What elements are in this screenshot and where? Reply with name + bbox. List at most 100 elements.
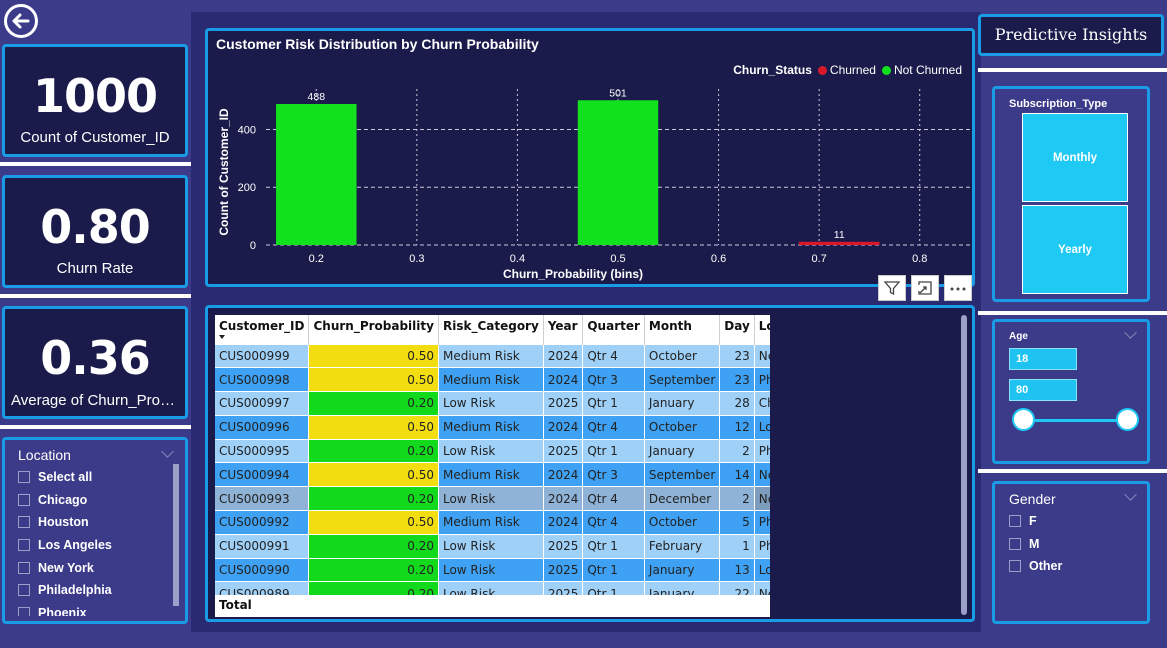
chevron-down-icon[interactable] — [161, 445, 174, 458]
table-cell-location: Chicago — [754, 391, 770, 416]
slicer-title: Subscription_Type — [1009, 98, 1108, 110]
subscription-tile-monthly[interactable]: Monthly — [1022, 113, 1128, 202]
table-cell-year: 2024 — [543, 414, 584, 440]
table-row[interactable]: CUS000995 0.20 Low Risk 2025 Qtr 1 January 2 Ph… — [215, 438, 770, 463]
filter-icon — [883, 281, 901, 296]
table-row[interactable]: CUS000993 0.20 Low Risk 2024 Qtr 4 December 2 N… — [215, 486, 770, 511]
filter-button[interactable] — [878, 275, 906, 301]
table-cell-risk-category: Low Risk — [438, 533, 544, 559]
bar — [276, 104, 357, 246]
table-cell-churn-probability: 0.20 — [308, 557, 439, 582]
focus-mode-button[interactable] — [911, 275, 939, 301]
back-button[interactable] — [4, 4, 38, 38]
scrollbar[interactable] — [173, 464, 179, 606]
table-row[interactable]: CUS000992 0.50 Medium Risk 2024 Qtr 4 October… — [215, 510, 770, 535]
table-cell-customer-id: CUS000999 — [215, 343, 310, 368]
table-cell-day: 12 — [719, 414, 755, 440]
table-cell-quarter: Qtr 3 — [582, 462, 645, 487]
more-options-button[interactable] — [944, 275, 972, 301]
chevron-down-icon[interactable] — [1124, 326, 1137, 339]
checkbox[interactable] — [18, 584, 30, 597]
table-row[interactable]: CUS000991 0.20 Low Risk 2025 Qtr 1 February 1 P… — [215, 533, 770, 559]
column-header-churn-probability[interactable]: Churn_Probability — [308, 315, 439, 344]
divider — [0, 425, 192, 429]
table-row[interactable]: CUS000996 0.50 Medium Risk 2024 Qtr 4 October… — [215, 414, 770, 440]
slicer-option-houston[interactable]: Houston — [18, 511, 168, 534]
table-cell-year: 2024 — [543, 343, 584, 368]
table-cell-month: September — [644, 367, 721, 392]
option-label: F — [1029, 514, 1037, 529]
option-label: Philadelphia — [38, 583, 112, 598]
table-cell-year: 2024 — [543, 510, 584, 535]
table-row[interactable]: CUS000999 0.50 Medium Risk 2024 Qtr 4 October… — [215, 343, 770, 368]
slicer-option-other[interactable]: Other — [1009, 555, 1129, 578]
table-cell-quarter: Qtr 1 — [582, 438, 645, 463]
slicer-title: Age — [1009, 331, 1028, 342]
table-cell-customer-id: CUS000990 — [215, 557, 310, 582]
slicer-option-f[interactable]: F — [1009, 510, 1129, 533]
column-header-year[interactable]: Year — [543, 315, 584, 344]
bar — [577, 100, 659, 246]
slicer-option-chicago[interactable]: Chicago — [18, 489, 168, 512]
table-row[interactable]: CUS000998 0.50 Medium Risk 2024 Qtr 3 Septemb… — [215, 367, 770, 392]
table-cell-churn-probability: 0.50 — [308, 343, 439, 368]
data-label: 11 — [834, 229, 845, 241]
table-cell-location: Los Angeles — [754, 557, 770, 582]
divider — [978, 68, 1167, 72]
checkbox[interactable] — [18, 516, 30, 529]
customer-table-card: Customer_ID Churn_Probability Risk_Categ… — [205, 305, 975, 622]
sort-desc-icon — [219, 335, 225, 339]
checkbox[interactable] — [1009, 537, 1021, 550]
checkbox[interactable] — [18, 606, 30, 616]
column-header-quarter[interactable]: Quarter — [582, 315, 645, 344]
table-row[interactable]: CUS000997 0.20 Low Risk 2025 Qtr 1 January 28 C… — [215, 391, 770, 416]
slicer-option-phoenix[interactable]: Phoenix — [18, 602, 168, 616]
slicer-option-philadelphia[interactable]: Philadelphia — [18, 579, 168, 602]
checkbox[interactable] — [18, 471, 30, 484]
column-header-month[interactable]: Month — [644, 315, 721, 344]
chevron-down-icon[interactable] — [1124, 488, 1137, 501]
slicer-list: Select all Chicago Houston Los Angeles N… — [18, 466, 168, 616]
table-cell-location: New York — [754, 462, 770, 487]
subscription-tile-yearly[interactable]: Yearly — [1022, 205, 1128, 294]
column-header-customer-id[interactable]: Customer_ID — [215, 315, 310, 344]
column-header-day[interactable]: Day — [719, 315, 755, 344]
checkbox[interactable] — [1009, 515, 1021, 528]
column-header-location[interactable]: Location — [754, 315, 770, 344]
kpi-card-customer-count: 1000 Count of Customer_ID — [2, 44, 188, 157]
checkbox[interactable] — [18, 539, 30, 552]
slicer-option-los-angeles[interactable]: Los Angeles — [18, 534, 168, 557]
table-cell-churn-probability: 0.50 — [308, 367, 439, 392]
option-label: Houston — [38, 515, 89, 530]
age-range-track — [1023, 419, 1129, 422]
location-slicer: Location Select all Chicago Houston Los … — [2, 437, 188, 624]
table-cell-risk-category: Low Risk — [438, 486, 544, 511]
table-cell-customer-id: CUS000992 — [215, 510, 310, 535]
table-cell-location: Philadelphia — [754, 510, 770, 535]
x-tick-label: 0.6 — [711, 253, 726, 265]
checkbox[interactable] — [18, 561, 30, 574]
kpi-value: 0.36 — [40, 331, 151, 385]
slicer-title: Gender — [1009, 491, 1056, 507]
checkbox[interactable] — [1009, 560, 1021, 573]
table-row[interactable]: CUS000990 0.20 Low Risk 2025 Qtr 1 January 13 L… — [215, 557, 770, 582]
table-cell-churn-probability: 0.50 — [308, 462, 439, 487]
table-cell-location: Los Angeles — [754, 414, 770, 440]
checkbox[interactable] — [18, 493, 30, 506]
table-cell-churn-probability: 0.50 — [308, 414, 439, 440]
slicer-option-new-york[interactable]: New York — [18, 556, 168, 579]
column-header-risk-category[interactable]: Risk_Category — [438, 315, 544, 344]
y-tick-label: 400 — [238, 124, 256, 136]
table-cell-risk-category: Low Risk — [438, 438, 544, 463]
slicer-option-m[interactable]: M — [1009, 533, 1129, 556]
table-scrollbar[interactable] — [961, 315, 967, 615]
age-min-handle[interactable] — [1012, 408, 1035, 431]
slicer-option-select-all[interactable]: Select all — [18, 466, 168, 489]
table-row[interactable]: CUS000994 0.50 Medium Risk 2024 Qtr 3 Septemb… — [215, 462, 770, 487]
age-min-input[interactable]: 18 — [1009, 348, 1077, 370]
table-cell-quarter: Qtr 4 — [582, 486, 645, 511]
age-max-input[interactable]: 80 — [1009, 379, 1077, 401]
table-container: Customer_ID Churn_Probability Risk_Categ… — [215, 315, 770, 617]
customer-table: Customer_ID Churn_Probability Risk_Categ… — [215, 315, 770, 606]
age-max-handle[interactable] — [1116, 408, 1139, 431]
